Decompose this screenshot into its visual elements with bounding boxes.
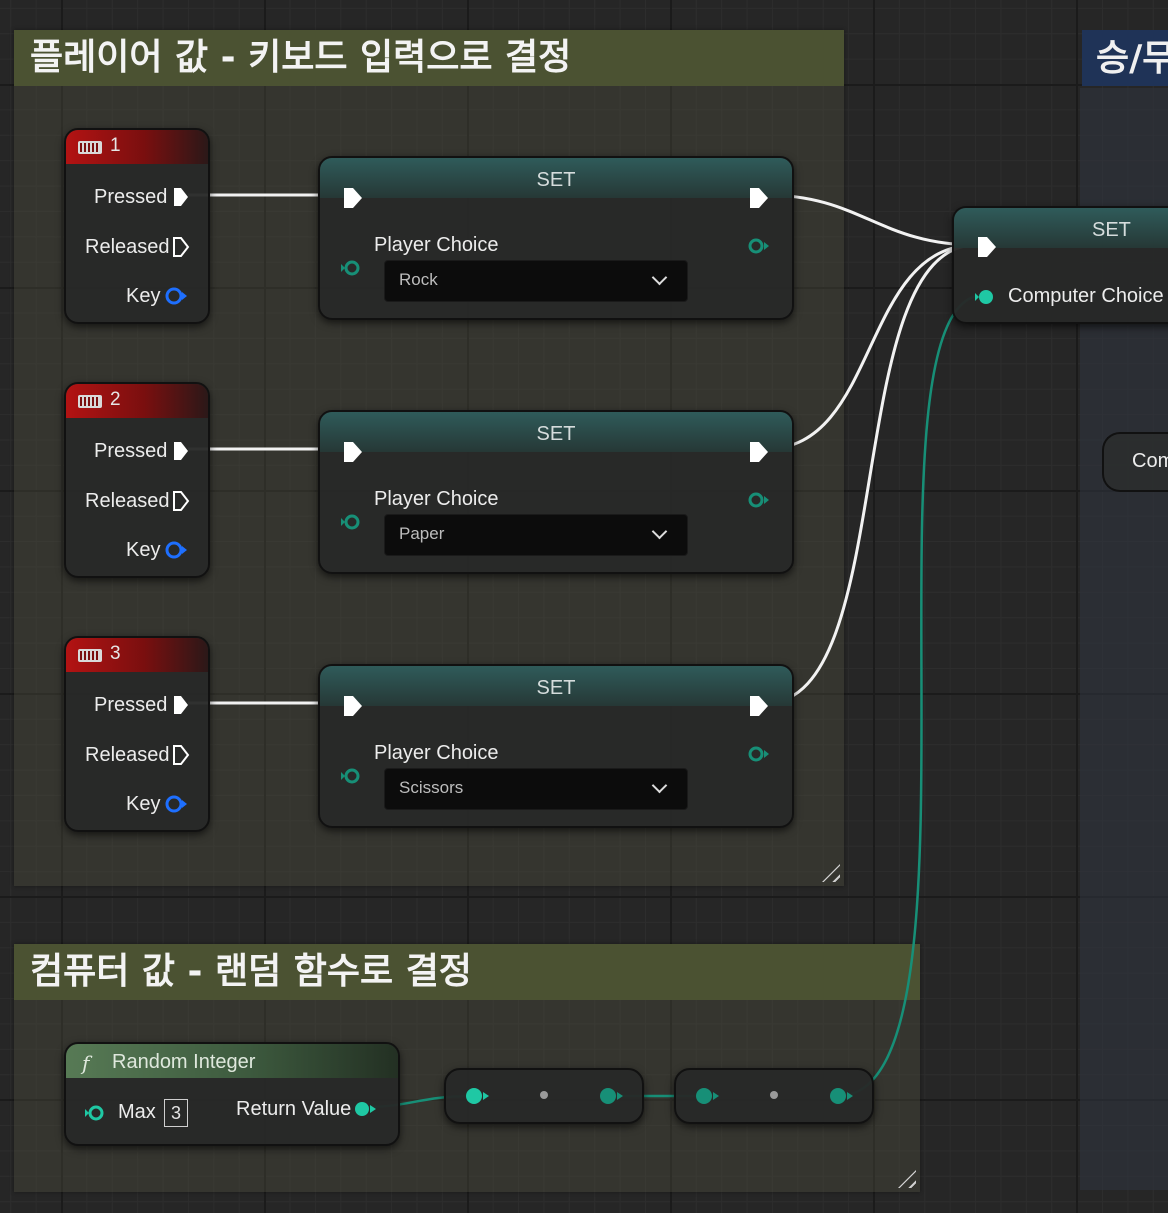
key-pin-label: Key <box>126 539 161 561</box>
key-label: 3 <box>110 643 121 664</box>
reroute-dot <box>770 1091 778 1099</box>
max-in-pin-icon[interactable] <box>84 1103 110 1123</box>
resize-grip-icon[interactable] <box>822 864 840 882</box>
variable-out-pin-icon[interactable] <box>744 744 770 764</box>
pressed-exec-pin-icon[interactable] <box>172 186 190 208</box>
key-pin-label: Key <box>126 793 161 815</box>
variable-out-pin-icon[interactable] <box>744 236 770 256</box>
variable-label: Player Choice <box>374 488 499 510</box>
computer-choice-getter-node[interactable]: Com <box>1102 432 1168 492</box>
key-label: 1 <box>110 135 121 156</box>
released-exec-pin-icon[interactable] <box>172 744 190 766</box>
exec-in-pin-icon[interactable] <box>976 235 998 259</box>
set-node-title: SET <box>320 666 792 706</box>
key-pin-icon[interactable] <box>164 540 188 560</box>
dropdown-value: Scissors <box>399 778 464 797</box>
released-label: Released <box>85 490 170 512</box>
pressed-label: Pressed <box>94 694 168 716</box>
reroute-node-2[interactable] <box>674 1068 874 1124</box>
key-node-header: 3 <box>66 638 208 672</box>
chevron-down-icon <box>651 777 668 794</box>
key-label: 2 <box>110 389 121 410</box>
variable-out-pin-icon[interactable] <box>744 490 770 510</box>
released-exec-pin-icon[interactable] <box>172 490 190 512</box>
choice-dropdown[interactable]: Rock <box>384 260 688 302</box>
variable-label: Player Choice <box>374 234 499 256</box>
choice-dropdown[interactable]: Scissors <box>384 768 688 810</box>
variable-label: Computer Choice <box>1008 285 1164 307</box>
key-pin-label: Key <box>126 285 161 307</box>
reroute-out-pin-icon[interactable] <box>596 1085 626 1107</box>
released-label: Released <box>85 236 170 258</box>
reroute-out-pin-icon[interactable] <box>826 1085 856 1107</box>
exec-in-pin-icon[interactable] <box>342 186 364 210</box>
set-player-choice-node-1[interactable]: SET Player Choice Rock <box>318 156 794 320</box>
chevron-down-icon <box>651 269 668 286</box>
return-value-label: Return Value <box>236 1098 352 1120</box>
key-node-header: 1 <box>66 130 208 164</box>
keyboard-icon <box>78 141 102 154</box>
variable-label: Player Choice <box>374 742 499 764</box>
key-event-node-3[interactable]: 3 Pressed Released Key <box>64 636 210 832</box>
function-title: Random Integer <box>112 1051 256 1073</box>
variable-in-pin-icon[interactable] <box>340 512 366 532</box>
variable-in-pin-icon[interactable] <box>340 766 366 786</box>
exec-in-pin-icon[interactable] <box>342 694 364 718</box>
resize-grip-icon[interactable] <box>898 1170 916 1188</box>
result-comment-title[interactable]: 승/무 <box>1082 30 1168 86</box>
exec-out-pin-icon[interactable] <box>748 186 770 210</box>
set-player-choice-node-2[interactable]: SET Player Choice Paper <box>318 410 794 574</box>
reroute-dot <box>540 1091 548 1099</box>
computer-comment-title: 컴퓨터 값 - 랜덤 함수로 결정 <box>14 944 920 1000</box>
keyboard-icon <box>78 649 102 662</box>
exec-out-pin-icon[interactable] <box>748 440 770 464</box>
key-pin-icon[interactable] <box>164 794 188 814</box>
exec-in-pin-icon[interactable] <box>342 440 364 464</box>
dropdown-value: Paper <box>399 524 445 543</box>
set-node-title: SET <box>320 412 792 452</box>
keyboard-icon <box>78 395 102 408</box>
set-player-choice-node-3[interactable]: SET Player Choice Scissors <box>318 664 794 828</box>
set-computer-choice-node[interactable]: SET Computer Choice <box>952 206 1168 324</box>
key-event-node-1[interactable]: 1 Pressed Released Key <box>64 128 210 324</box>
key-pin-icon[interactable] <box>164 286 188 306</box>
pressed-label: Pressed <box>94 440 168 462</box>
chevron-down-icon <box>651 523 668 540</box>
dropdown-value: Rock <box>399 270 438 289</box>
released-exec-pin-icon[interactable] <box>172 236 190 258</box>
random-integer-node[interactable]: f Random Integer Max 3 Return Value <box>64 1042 400 1146</box>
getter-label: Com <box>1132 450 1168 472</box>
pressed-exec-pin-icon[interactable] <box>172 440 190 462</box>
key-node-header: 2 <box>66 384 208 418</box>
player-comment-title: 플레이어 값 - 키보드 입력으로 결정 <box>14 30 844 86</box>
max-value-input[interactable]: 3 <box>164 1099 188 1127</box>
reroute-node-1[interactable] <box>444 1068 644 1124</box>
set-node-title: SET <box>320 158 792 198</box>
return-value-pin-icon[interactable] <box>352 1099 378 1119</box>
variable-in-pin-icon[interactable] <box>974 287 1000 307</box>
function-icon: f <box>82 1051 90 1075</box>
random-integer-header: f Random Integer <box>66 1044 398 1078</box>
exec-out-pin-icon[interactable] <box>748 694 770 718</box>
variable-in-pin-icon[interactable] <box>340 258 366 278</box>
key-event-node-2[interactable]: 2 Pressed Released Key <box>64 382 210 578</box>
pressed-label: Pressed <box>94 186 168 208</box>
reroute-in-pin-icon[interactable] <box>692 1085 722 1107</box>
released-label: Released <box>85 744 170 766</box>
pressed-exec-pin-icon[interactable] <box>172 694 190 716</box>
max-label: Max <box>118 1101 156 1123</box>
reroute-in-pin-icon[interactable] <box>462 1085 492 1107</box>
choice-dropdown[interactable]: Paper <box>384 514 688 556</box>
